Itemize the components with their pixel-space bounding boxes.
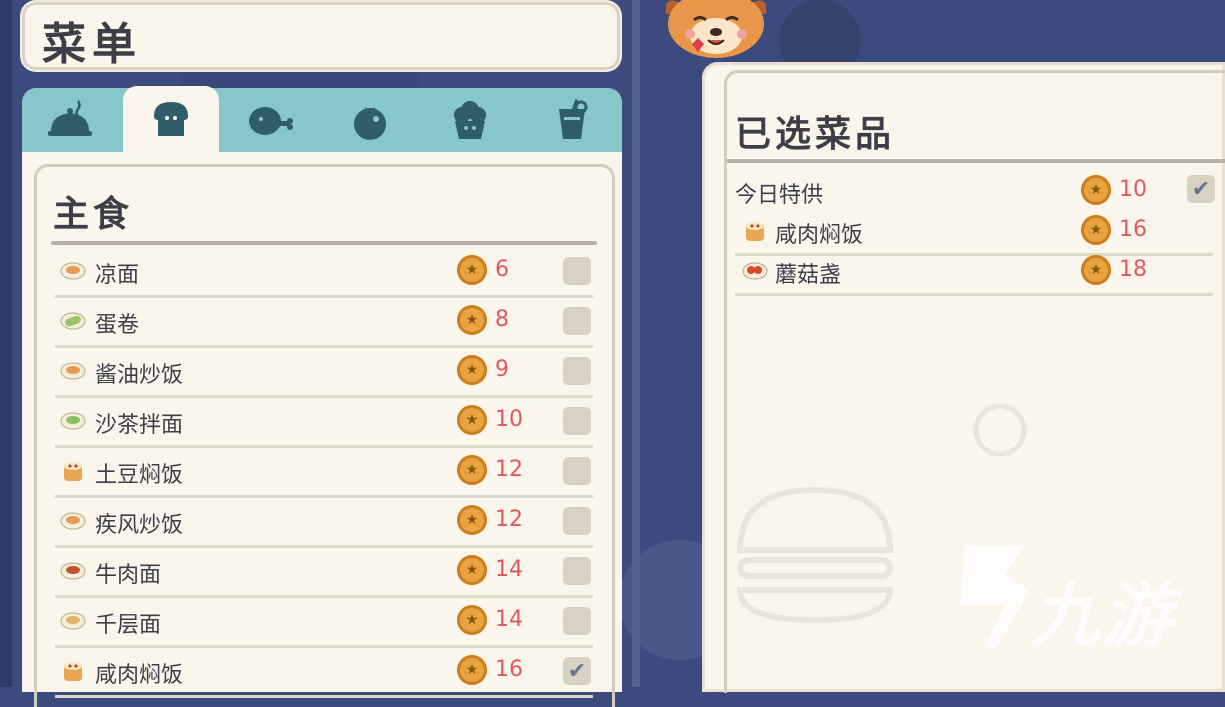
- selected-item-row[interactable]: 咸肉焖饭 ★ 16: [735, 213, 1213, 256]
- left-edge: [0, 0, 12, 687]
- coin-star-icon: ★: [457, 355, 487, 385]
- selected-item-name: 蘑菇盏: [775, 263, 842, 288]
- menu-item-name: 千层面: [95, 613, 162, 638]
- muffin-icon: [454, 101, 486, 139]
- menu-item-price: 12: [495, 507, 523, 532]
- selected-item-price: 16: [1119, 217, 1147, 242]
- tab-staple[interactable]: [123, 86, 219, 152]
- satay-noodle-icon: [60, 412, 86, 430]
- tab-meat[interactable]: [222, 88, 318, 152]
- section-title: 主食: [53, 194, 134, 235]
- menu-item-row[interactable]: 凉面 ★ 6: [55, 247, 593, 298]
- fried-rice-icon: [60, 512, 86, 530]
- drumstick-icon: [249, 107, 293, 135]
- special-name: 今日特供: [735, 183, 824, 208]
- coin-star-icon: ★: [457, 655, 487, 685]
- selected-divider: [727, 159, 1225, 163]
- watermark-text: 九游: [1030, 575, 1174, 657]
- menu-item-price: 14: [495, 607, 523, 632]
- menu-item-row[interactable]: 牛肉面 ★ 14: [55, 547, 593, 598]
- lasagna-icon: [60, 612, 86, 630]
- coin-star-icon: ★: [457, 555, 487, 585]
- tab-dessert[interactable]: [422, 88, 518, 152]
- menu-item-checkbox[interactable]: [563, 357, 591, 385]
- menu-title-box: 菜单: [22, 2, 620, 70]
- menu-item-price: 6: [495, 257, 509, 282]
- beef-noodle-icon: [60, 562, 86, 580]
- tab-drink[interactable]: [524, 88, 620, 152]
- menu-list-frame: 主食 凉面 ★ 6 蛋卷 ★ 8 酱油炒饭 ★ 9 沙茶拌面 ★ 10 土豆焖饭 ★ 12 疾风炒饭 ★ 12 牛肉…: [34, 164, 615, 707]
- menu-item-price: 10: [495, 407, 523, 432]
- menu-item-name: 疾风炒饭: [95, 513, 184, 538]
- menu-item-price: 9: [495, 357, 509, 382]
- menu-item-price: 12: [495, 457, 523, 482]
- rice-pot-icon: [64, 662, 82, 681]
- selected-item-price: 18: [1119, 257, 1147, 282]
- menu-item-price: 16: [495, 657, 523, 682]
- coin-star-icon: ★: [1081, 215, 1111, 245]
- rice-pot-icon: [64, 462, 82, 481]
- menu-item-name: 牛肉面: [95, 563, 162, 588]
- doodle-decoration: [973, 403, 1027, 457]
- coin-star-icon: ★: [1081, 255, 1111, 285]
- cloche-icon: [48, 100, 92, 136]
- fried-rice-icon: [60, 362, 86, 380]
- menu-item-row[interactable]: 土豆焖饭 ★ 12: [55, 447, 593, 498]
- menu-title: 菜单: [42, 19, 142, 70]
- selected-title: 已选菜品: [735, 114, 896, 155]
- menu-item-price: 14: [495, 557, 523, 582]
- special-checkbox[interactable]: ✔: [1187, 175, 1215, 203]
- selected-item-name: 咸肉焖饭: [775, 223, 864, 248]
- menu-item-name: 凉面: [95, 263, 140, 288]
- menu-item-checkbox[interactable]: [563, 257, 591, 285]
- menu-item-checkbox[interactable]: [563, 507, 591, 535]
- coin-star-icon: ★: [457, 505, 487, 535]
- burger-decoration: [736, 486, 894, 624]
- category-tabs: [22, 86, 622, 152]
- tab-dishes[interactable]: [22, 88, 118, 152]
- menu-item-checkbox[interactable]: ✔: [563, 657, 591, 685]
- bread-icon: [154, 102, 188, 136]
- menu-item-name: 蛋卷: [95, 313, 140, 338]
- menu-item-name: 沙茶拌面: [95, 413, 184, 438]
- menu-item-price: 8: [495, 307, 509, 332]
- menu-item-row[interactable]: 咸肉焖饭 ★ 16 ✔: [55, 647, 593, 698]
- menu-item-row[interactable]: 沙茶拌面 ★ 10: [55, 397, 593, 448]
- menu-item-checkbox[interactable]: [563, 307, 591, 335]
- menu-item-name: 酱油炒饭: [95, 363, 184, 388]
- coin-star-icon: ★: [457, 405, 487, 435]
- section-divider: [51, 241, 597, 245]
- tab-vegetable[interactable]: [322, 88, 418, 152]
- special-row[interactable]: 今日特供 ★ 10 ✔: [735, 173, 1215, 213]
- special-price: 10: [1119, 177, 1147, 202]
- menu-item-row[interactable]: 酱油炒饭 ★ 9: [55, 347, 593, 398]
- menu-item-row[interactable]: 千层面 ★ 14: [55, 597, 593, 648]
- menu-item-name: 咸肉焖饭: [95, 663, 184, 688]
- menu-panel: 主食 凉面 ★ 6 蛋卷 ★ 8 酱油炒饭 ★ 9 沙茶拌面 ★ 10 土豆焖饭 ★ 12 疾风炒饭 ★ 12 牛肉…: [22, 152, 622, 707]
- panel-divider: [632, 0, 640, 687]
- menu-item-checkbox[interactable]: [563, 557, 591, 585]
- coin-star-icon: ★: [457, 255, 487, 285]
- coin-star-icon: ★: [1081, 175, 1111, 205]
- menu-item-row[interactable]: 蛋卷 ★ 8: [55, 297, 593, 348]
- drink-icon: [559, 99, 588, 139]
- noodle-plate-icon: [60, 262, 86, 280]
- selected-item-row[interactable]: 蘑菇盏 ★ 18: [735, 253, 1213, 296]
- menu-item-checkbox[interactable]: [563, 407, 591, 435]
- coin-star-icon: ★: [457, 305, 487, 335]
- menu-item-row[interactable]: 疾风炒饭 ★ 12: [55, 497, 593, 548]
- menu-item-checkbox[interactable]: [563, 457, 591, 485]
- coin-star-icon: ★: [457, 605, 487, 635]
- menu-item-checkbox[interactable]: [563, 607, 591, 635]
- tomato-icon: [354, 107, 386, 140]
- coin-star-icon: ★: [457, 455, 487, 485]
- mascot-avatar: [665, 0, 767, 58]
- rice-pot-icon: [746, 222, 764, 241]
- menu-item-name: 土豆焖饭: [95, 463, 184, 488]
- egg-roll-icon: [60, 312, 86, 330]
- mushroom-dish-icon: [742, 262, 768, 280]
